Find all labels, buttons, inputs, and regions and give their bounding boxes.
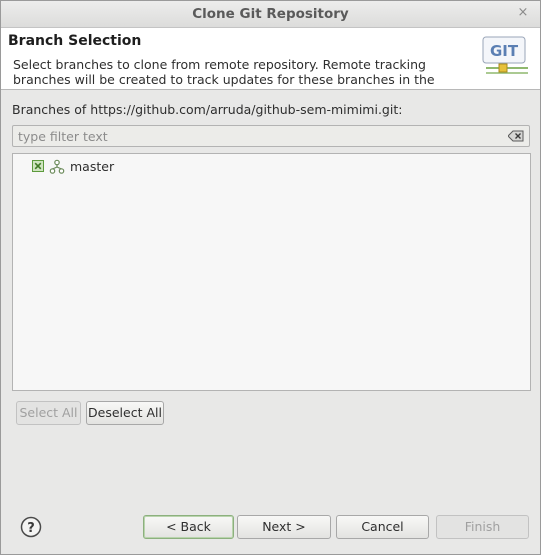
branches-label: Branches of https://github.com/arruda/gi… xyxy=(12,102,403,117)
help-glyph: ? xyxy=(27,521,35,536)
back-button[interactable]: < Back xyxy=(143,515,234,539)
window-title: Clone Git Repository xyxy=(192,6,349,22)
deselect-all-button[interactable]: Deselect All xyxy=(86,401,164,425)
cancel-button[interactable]: Cancel xyxy=(336,515,429,539)
filter-input[interactable] xyxy=(13,126,513,146)
git-logo-icon: GIT xyxy=(482,36,528,74)
page-description: Select branches to clone from remote rep… xyxy=(13,57,435,89)
select-all-button[interactable]: Select All xyxy=(16,401,81,425)
next-button[interactable]: Next > xyxy=(237,515,331,539)
filter-field[interactable] xyxy=(12,125,530,147)
branch-tree[interactable]: master xyxy=(12,153,531,391)
git-logo-text: GIT xyxy=(490,42,519,60)
branch-name: master xyxy=(70,159,115,174)
wizard-header: Branch Selection Select branches to clon… xyxy=(1,28,540,90)
title-bar[interactable]: Clone Git Repository × xyxy=(1,1,540,28)
checkbox-checked-icon[interactable] xyxy=(32,160,44,172)
dialog-window: Clone Git Repository × Branch Selection … xyxy=(0,0,541,555)
clear-filter-icon[interactable] xyxy=(508,130,524,142)
close-icon[interactable]: × xyxy=(517,6,529,19)
page-title: Branch Selection xyxy=(8,33,142,49)
finish-button[interactable]: Finish xyxy=(436,515,529,539)
help-icon[interactable]: ? xyxy=(20,516,42,538)
branch-icon xyxy=(49,159,65,174)
